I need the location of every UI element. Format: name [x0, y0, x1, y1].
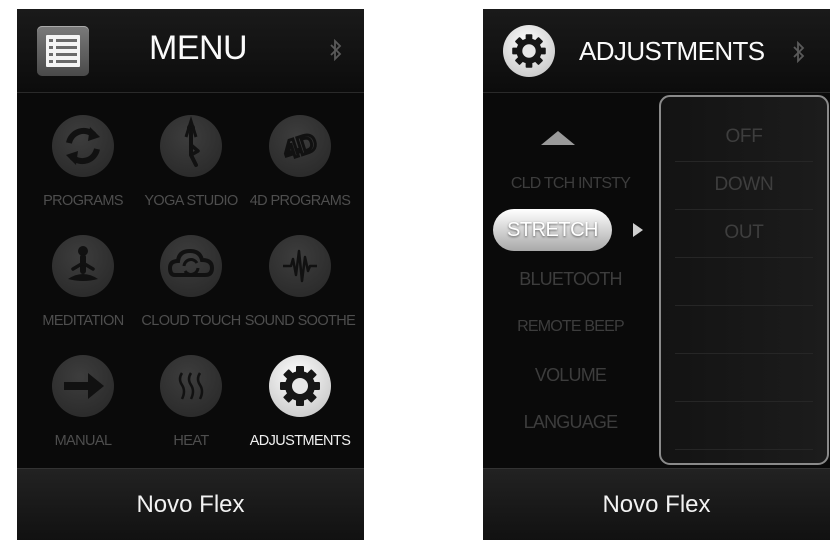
- option-empty: [675, 305, 813, 354]
- gear-icon: [269, 355, 331, 417]
- menu-item-label: SOUND SOOTHE: [244, 313, 356, 329]
- arrow-right-icon: [52, 355, 114, 417]
- footer: Novo Flex: [483, 468, 830, 540]
- option-out[interactable]: OUT: [675, 209, 813, 258]
- menu-item-label: ADJUSTMENTS: [249, 433, 351, 449]
- yoga-pose-icon: [160, 115, 222, 177]
- option-label: OUT: [724, 222, 764, 243]
- list-menu-icon[interactable]: [37, 26, 89, 76]
- option-off[interactable]: OFF: [675, 113, 813, 162]
- option-empty: [675, 257, 813, 306]
- menu-item-programs[interactable]: PROGRAMS: [25, 115, 141, 240]
- page-title: ADJUSTMENTS: [579, 36, 765, 66]
- setting-stretch[interactable]: STRETCH: [493, 209, 612, 251]
- setting-remote-beep[interactable]: REMOTE BEEP: [483, 318, 658, 336]
- option-label: DOWN: [714, 174, 774, 195]
- menu-item-4d-programs[interactable]: 4D 4D PROGRAMS: [242, 115, 358, 240]
- option-down[interactable]: DOWN: [675, 161, 813, 210]
- menu-item-sound-soothe[interactable]: SOUND SOOTHE: [242, 235, 358, 360]
- heat-waves-icon: [160, 355, 222, 417]
- menu-item-heat[interactable]: HEAT: [133, 355, 249, 480]
- cloud-touch-icon: [160, 235, 222, 297]
- menu-item-yoga-studio[interactable]: YOGA STUDIO: [133, 115, 249, 240]
- setting-cld-tch-intsty[interactable]: CLD TCH INTSTY: [483, 175, 658, 193]
- menu-item-adjustments[interactable]: ADJUSTMENTS: [242, 355, 358, 480]
- svg-text:4D: 4D: [280, 127, 321, 166]
- setting-bluetooth[interactable]: BLUETOOTH: [483, 269, 658, 290]
- refresh-arrows-icon: [52, 115, 114, 177]
- menu-item-cloud-touch[interactable]: CLOUD TOUCH: [133, 235, 249, 360]
- adjustments-header: ADJUSTMENTS: [483, 9, 830, 93]
- footer: Novo Flex: [17, 468, 364, 540]
- right-arrow-icon: [633, 223, 643, 237]
- device-name: Novo Flex: [602, 491, 711, 518]
- menu-item-label: 4D PROGRAMS: [249, 193, 351, 209]
- menu-screen: MENU PROGRAMS YOGA STUDIO 4D 4D PROGRAMS…: [17, 9, 364, 540]
- option-empty: [675, 401, 813, 450]
- page-title: MENU: [149, 29, 248, 67]
- bluetooth-icon: [792, 40, 806, 69]
- 4d-icon: 4D: [269, 115, 331, 177]
- gear-icon[interactable]: [503, 25, 555, 77]
- adjustments-screen: ADJUSTMENTS CLD TCH INTSTY STRETCH BLUET…: [483, 9, 830, 540]
- bluetooth-icon: [329, 38, 343, 67]
- option-empty: [675, 353, 813, 402]
- menu-header: MENU: [17, 9, 364, 93]
- setting-volume[interactable]: VOLUME: [483, 365, 658, 386]
- sound-wave-icon: [269, 235, 331, 297]
- scroll-up-arrow-icon[interactable]: [541, 131, 575, 145]
- device-name: Novo Flex: [136, 491, 245, 518]
- setting-language[interactable]: LANGUAGE: [483, 412, 658, 433]
- option-label: OFF: [725, 126, 763, 147]
- menu-item-meditation[interactable]: MEDITATION: [25, 235, 141, 360]
- menu-item-manual[interactable]: MANUAL: [25, 355, 141, 480]
- meditation-icon: [52, 235, 114, 297]
- options-panel: OFF DOWN OUT: [659, 95, 829, 465]
